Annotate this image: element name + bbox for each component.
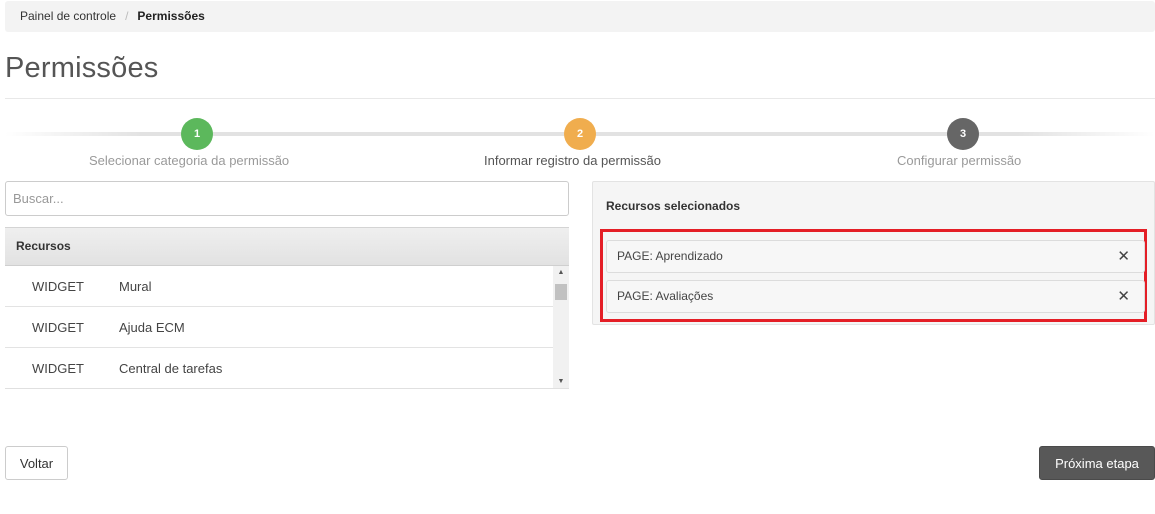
selected-resource-label: PAGE: Avaliações [617,289,714,303]
resources-scrollbar[interactable]: ▲ ▼ [553,266,569,388]
resource-type: WIDGET [32,361,84,376]
resources-list[interactable]: WIDGET Mural WIDGET Ajuda ECM WIDGET Cen… [5,266,569,389]
selected-resources-panel: Recursos selecionados PAGE: Aprendizado … [592,181,1155,325]
step-1-indicator: 1 [181,118,213,150]
resource-type: WIDGET [32,320,84,335]
step-1-label: Selecionar categoria da permissão [89,153,290,168]
remove-icon[interactable]: ✕ [1117,241,1130,272]
resource-row[interactable]: WIDGET Ajuda ECM [5,307,553,348]
selected-resources-title: Recursos selecionados [606,199,741,213]
step-3-label: Configurar permissão [897,153,1022,168]
step-3-indicator: 3 [947,118,979,150]
search-input[interactable] [5,181,569,216]
resource-row[interactable]: WIDGET Central de tarefas [5,348,553,388]
selected-resource-item: PAGE: Aprendizado ✕ [606,240,1145,273]
scroll-up-arrow-icon[interactable]: ▲ [553,266,569,280]
breadcrumb-separator: / [125,9,129,23]
remove-icon[interactable]: ✕ [1117,281,1130,312]
next-step-button[interactable]: Próxima etapa [1039,446,1155,480]
scrollbar-thumb[interactable] [555,284,567,300]
breadcrumb-current: Permissões [137,9,205,23]
resource-name: Ajuda ECM [119,320,185,335]
step-2-indicator: 2 [564,118,596,150]
breadcrumb: Painel de controle / Permissões [5,1,1155,32]
scroll-down-arrow-icon[interactable]: ▼ [553,375,569,388]
selected-resource-item: PAGE: Avaliações ✕ [606,280,1145,313]
resources-table-header: Recursos [5,227,569,266]
back-button[interactable]: Voltar [5,446,68,480]
breadcrumb-home-link[interactable]: Painel de controle [20,9,116,23]
resource-type: WIDGET [32,279,84,294]
resource-name: Central de tarefas [119,361,223,376]
resource-row[interactable]: WIDGET Mural [5,266,553,307]
page-title: Permissões [5,52,159,84]
permissions-page: Painel de controle / Permissões Permissões… [0,0,1155,514]
step-2-label: Informar registro da permissão [484,153,662,168]
resource-name: Mural [119,279,152,294]
selected-resource-label: PAGE: Aprendizado [617,249,723,263]
title-divider [5,98,1155,99]
